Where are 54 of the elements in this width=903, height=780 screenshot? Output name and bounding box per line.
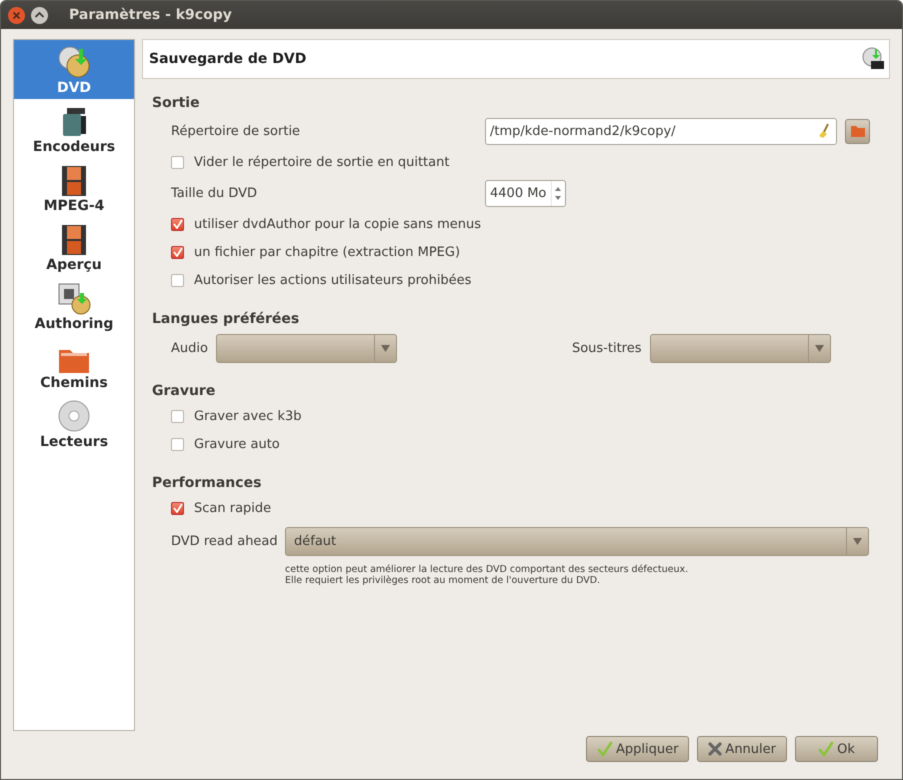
dvd-disc-icon xyxy=(57,45,91,79)
section-title: Gravure xyxy=(152,382,216,401)
ok-button[interactable]: Ok xyxy=(795,736,878,762)
sidebar-item[interactable]: MPEG-4 xyxy=(14,158,134,217)
film-icon xyxy=(61,224,87,256)
check-icon xyxy=(172,219,182,229)
checkbox[interactable]: Gravure auto xyxy=(171,436,280,452)
dvd-disc-icon xyxy=(861,47,885,71)
section-title: Langues préférées xyxy=(152,310,300,329)
browse-button[interactable] xyxy=(845,118,870,144)
checkbox[interactable]: Graver avec k3b xyxy=(171,408,302,424)
check-icon xyxy=(818,741,834,757)
section-title: Sortie xyxy=(152,94,201,113)
field-label: Taille du DVD xyxy=(171,186,258,200)
sidebar-item[interactable]: Lecteurs xyxy=(14,394,134,453)
sidebar-item[interactable]: Aperçu xyxy=(14,217,134,276)
check-icon xyxy=(172,503,182,513)
checkbox[interactable]: utiliser dvdAuthor pour la copie sans menus xyxy=(171,216,482,232)
section-title: Performances xyxy=(152,474,262,493)
checkbox[interactable]: un fichier par chapitre (extraction MPEG) xyxy=(171,244,460,260)
page-title: Sauvegarde de DVD xyxy=(149,51,306,67)
checkbox[interactable]: Scan rapide xyxy=(171,500,272,516)
film-disc-icon xyxy=(57,281,91,315)
field-label: Sous-titres xyxy=(572,340,642,356)
checkbox[interactable]: Vider le répertoire de sortie en quittant xyxy=(171,154,450,170)
apply-button[interactable]: Appliquer xyxy=(586,736,690,762)
dropdown-arrow-icon xyxy=(814,344,824,352)
sidebar-item[interactable]: Encodeurs xyxy=(14,99,134,158)
field-label: Audio xyxy=(171,340,208,356)
sidebar-item[interactable]: DVD xyxy=(14,40,134,99)
checkbox[interactable]: Autoriser les actions utilisateurs prohibées xyxy=(171,272,472,288)
cross-icon xyxy=(708,742,722,756)
sidebar-item[interactable]: Authoring xyxy=(14,276,134,335)
window-title: Paramètres - k9copy xyxy=(69,7,232,23)
field-label: DVD read ahead xyxy=(171,534,279,548)
folder-icon xyxy=(850,124,866,138)
help-text: cette option peut améliorer la lecture des DVD comportant des secteurs défectueux. xyxy=(285,564,690,575)
dropdown-arrow-icon xyxy=(853,538,862,544)
language-dropdown[interactable] xyxy=(650,334,830,362)
output-directory-field[interactable]: /tmp/kde-normand2/k9copy/ xyxy=(485,118,837,144)
cancel-button[interactable]: Annuler xyxy=(697,736,787,762)
disc-icon xyxy=(57,399,91,433)
read-ahead-dropdown[interactable]: défaut xyxy=(285,526,869,556)
sidebar-item[interactable]: Chemins xyxy=(14,335,134,394)
dropdown-arrow-icon xyxy=(380,344,390,352)
film-icon xyxy=(61,165,87,197)
close-icon[interactable] xyxy=(7,6,26,24)
field-label: Répertoire de sortie xyxy=(171,124,302,138)
size-spin-field[interactable]: 4400 Mo xyxy=(485,180,566,206)
check-icon xyxy=(172,247,182,257)
language-dropdown[interactable] xyxy=(216,334,397,362)
help-text: Elle requiert les privilèges root au moment de l'ouverture du DVD. xyxy=(285,575,602,586)
maximize-icon[interactable] xyxy=(30,6,49,24)
check-icon xyxy=(596,741,613,757)
